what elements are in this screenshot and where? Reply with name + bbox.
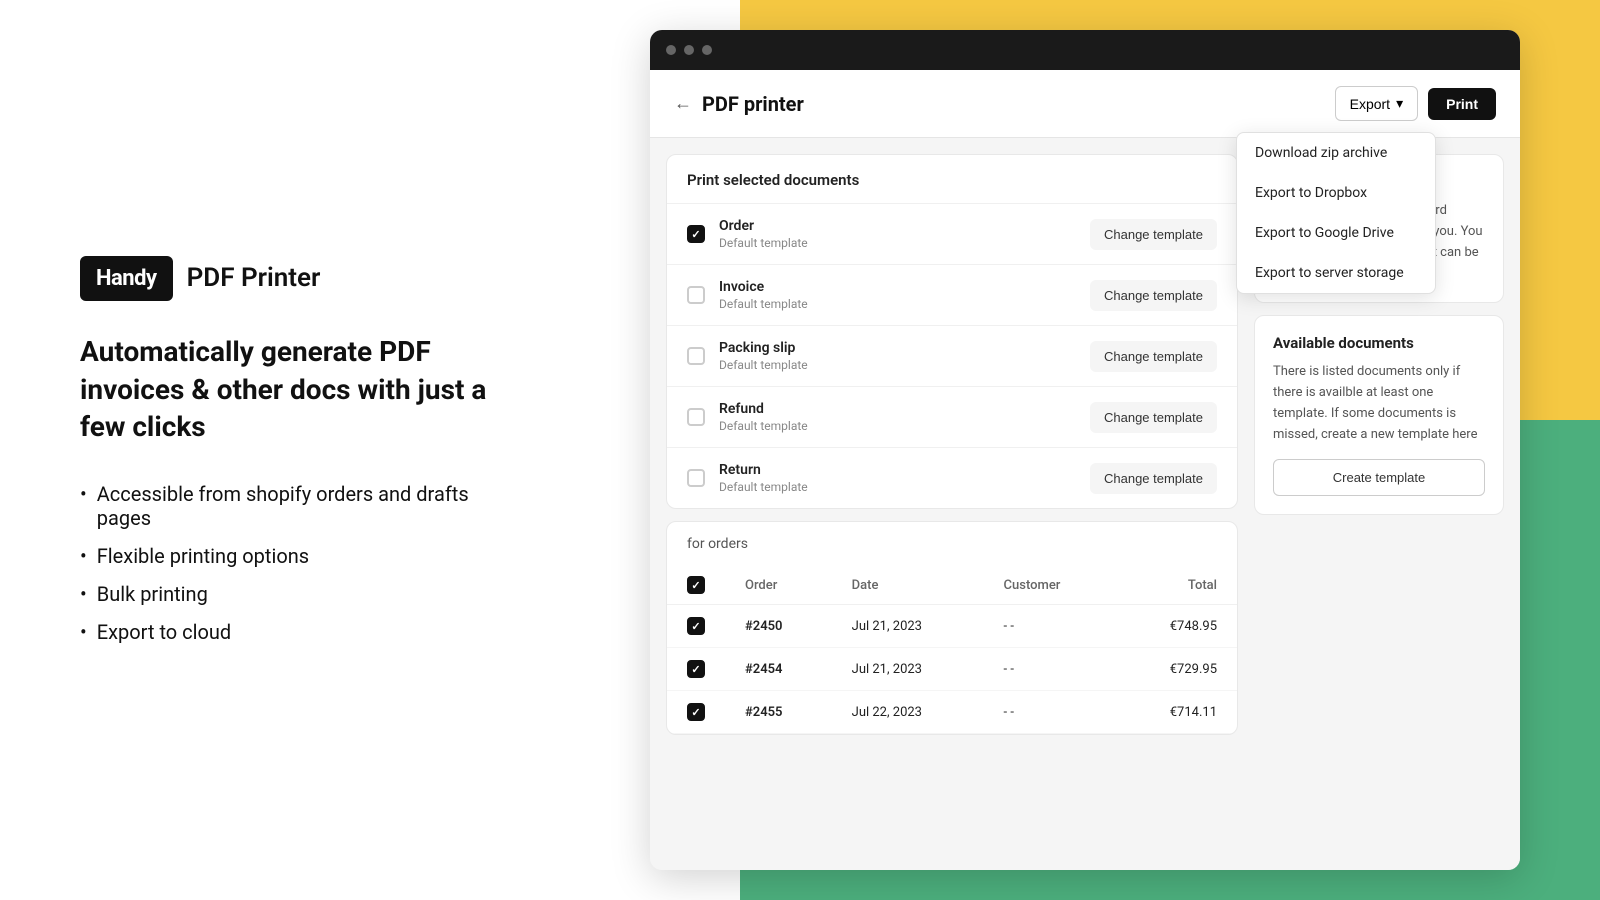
export-dropdown: Download zip archive Export to Dropbox E… xyxy=(1236,132,1436,294)
table-row: #2450 Jul 21, 2023 - - €748.95 xyxy=(667,605,1237,648)
left-column: Print selected documents Order Default t… xyxy=(666,154,1238,854)
doc-info-return: Return Default template xyxy=(719,462,1076,494)
change-template-return[interactable]: Change template xyxy=(1090,463,1217,494)
browser-content: ← PDF printer Export ▾ Print Download zi… xyxy=(650,70,1520,870)
header-left: ← PDF printer xyxy=(674,92,804,116)
change-template-invoice[interactable]: Change template xyxy=(1090,280,1217,311)
order-total-3: €714.11 xyxy=(1117,691,1237,734)
feature-list: Accessible from shopify orders and draft… xyxy=(80,482,510,644)
dropdown-item-gdrive[interactable]: Export to Google Drive xyxy=(1237,213,1435,253)
order-number-3[interactable]: #2455 xyxy=(725,691,832,734)
order-number-1[interactable]: #2450 xyxy=(725,605,832,648)
tagline: Automatically generate PDF invoices & ot… xyxy=(80,333,510,446)
col-date: Date xyxy=(832,566,984,605)
window-dot-1 xyxy=(666,45,676,55)
doc-name-return: Return xyxy=(719,462,1076,478)
table-header-row: Order Date Customer Total xyxy=(667,566,1237,605)
browser-titlebar xyxy=(650,30,1520,70)
order-date-3: Jul 22, 2023 xyxy=(832,691,984,734)
order-customer-1: - - xyxy=(984,605,1117,648)
order-date-1: Jul 21, 2023 xyxy=(832,605,984,648)
brand-box: Handy xyxy=(80,256,173,301)
available-docs-description: There is listed documents only if there … xyxy=(1273,362,1485,445)
dropdown-item-server[interactable]: Export to server storage xyxy=(1237,253,1435,293)
back-button[interactable]: ← xyxy=(674,93,692,114)
col-total: Total xyxy=(1117,566,1237,605)
change-template-packing[interactable]: Change template xyxy=(1090,341,1217,372)
checkbox-order-1[interactable] xyxy=(687,617,705,635)
doc-info-invoice: Invoice Default template xyxy=(719,279,1076,311)
export-button[interactable]: Export ▾ xyxy=(1335,86,1419,121)
doc-info-refund: Refund Default template xyxy=(719,401,1076,433)
doc-row-refund: Refund Default template Change template xyxy=(667,387,1237,448)
doc-template-invoice: Default template xyxy=(719,297,1076,311)
export-label: Export xyxy=(1350,96,1390,112)
checkbox-packing[interactable] xyxy=(687,347,705,365)
feature-item-3: Bulk printing xyxy=(80,582,510,606)
header-actions: Export ▾ Print Download zip archive Expo… xyxy=(1335,86,1496,121)
doc-name-refund: Refund xyxy=(719,401,1076,417)
create-template-button[interactable]: Create template xyxy=(1273,459,1485,496)
app-header: ← PDF printer Export ▾ Print Download zi… xyxy=(650,70,1520,138)
order-customer-3: - - xyxy=(984,691,1117,734)
doc-row-return: Return Default template Change template xyxy=(667,448,1237,508)
chevron-down-icon: ▾ xyxy=(1396,95,1403,112)
feature-item-4: Export to cloud xyxy=(80,620,510,644)
order-total-2: €729.95 xyxy=(1117,648,1237,691)
feature-item-1: Accessible from shopify orders and draft… xyxy=(80,482,510,530)
doc-row-invoice: Invoice Default template Change template xyxy=(667,265,1237,326)
row-check-2 xyxy=(667,648,725,691)
marketing-panel: Handy PDF Printer Automatically generate… xyxy=(0,0,570,900)
checkbox-order-2[interactable] xyxy=(687,660,705,678)
order-total-1: €748.95 xyxy=(1117,605,1237,648)
doc-name-order: Order xyxy=(719,218,1076,234)
doc-name-packing: Packing slip xyxy=(719,340,1076,356)
row-check-1 xyxy=(667,605,725,648)
col-order: Order xyxy=(725,566,832,605)
table-row: #2454 Jul 21, 2023 - - €729.95 xyxy=(667,648,1237,691)
window-dot-3 xyxy=(702,45,712,55)
doc-row-packing: Packing slip Default template Change tem… xyxy=(667,326,1237,387)
table-row: #2455 Jul 22, 2023 - - €714.11 xyxy=(667,691,1237,734)
col-check xyxy=(667,566,725,605)
page-title: PDF printer xyxy=(702,92,804,116)
doc-template-return: Default template xyxy=(719,480,1076,494)
doc-info-packing: Packing slip Default template xyxy=(719,340,1076,372)
browser-window: ← PDF printer Export ▾ Print Download zi… xyxy=(650,30,1520,870)
checkbox-order[interactable] xyxy=(687,225,705,243)
doc-row-order: Order Default template Change template xyxy=(667,204,1237,265)
checkbox-all-orders[interactable] xyxy=(687,576,705,594)
brand-logo: Handy PDF Printer xyxy=(80,256,510,301)
doc-name-invoice: Invoice xyxy=(719,279,1076,295)
change-template-refund[interactable]: Change template xyxy=(1090,402,1217,433)
doc-template-refund: Default template xyxy=(719,419,1076,433)
available-docs-card: Available documents There is listed docu… xyxy=(1254,315,1504,515)
order-number-2[interactable]: #2454 xyxy=(725,648,832,691)
checkbox-refund[interactable] xyxy=(687,408,705,426)
orders-section-label: for orders xyxy=(667,522,1237,566)
change-template-order[interactable]: Change template xyxy=(1090,219,1217,250)
doc-template-packing: Default template xyxy=(719,358,1076,372)
checkbox-order-3[interactable] xyxy=(687,703,705,721)
available-docs-title: Available documents xyxy=(1273,334,1485,352)
right-panel: ← PDF printer Export ▾ Print Download zi… xyxy=(570,0,1600,900)
print-documents-card: Print selected documents Order Default t… xyxy=(666,154,1238,509)
col-customer: Customer xyxy=(984,566,1117,605)
brand-product-name: PDF Printer xyxy=(187,263,321,293)
checkbox-invoice[interactable] xyxy=(687,286,705,304)
order-customer-2: - - xyxy=(984,648,1117,691)
checkbox-return[interactable] xyxy=(687,469,705,487)
print-section-title: Print selected documents xyxy=(667,155,1237,204)
dropdown-item-dropbox[interactable]: Export to Dropbox xyxy=(1237,173,1435,213)
orders-card: for orders Order Date Customer xyxy=(666,521,1238,735)
dropdown-item-zip[interactable]: Download zip archive xyxy=(1237,133,1435,173)
order-date-2: Jul 21, 2023 xyxy=(832,648,984,691)
feature-item-2: Flexible printing options xyxy=(80,544,510,568)
row-check-3 xyxy=(667,691,725,734)
print-button[interactable]: Print xyxy=(1428,88,1496,120)
orders-table: Order Date Customer Total xyxy=(667,566,1237,734)
doc-template-order: Default template xyxy=(719,236,1076,250)
doc-info-order: Order Default template xyxy=(719,218,1076,250)
window-dot-2 xyxy=(684,45,694,55)
